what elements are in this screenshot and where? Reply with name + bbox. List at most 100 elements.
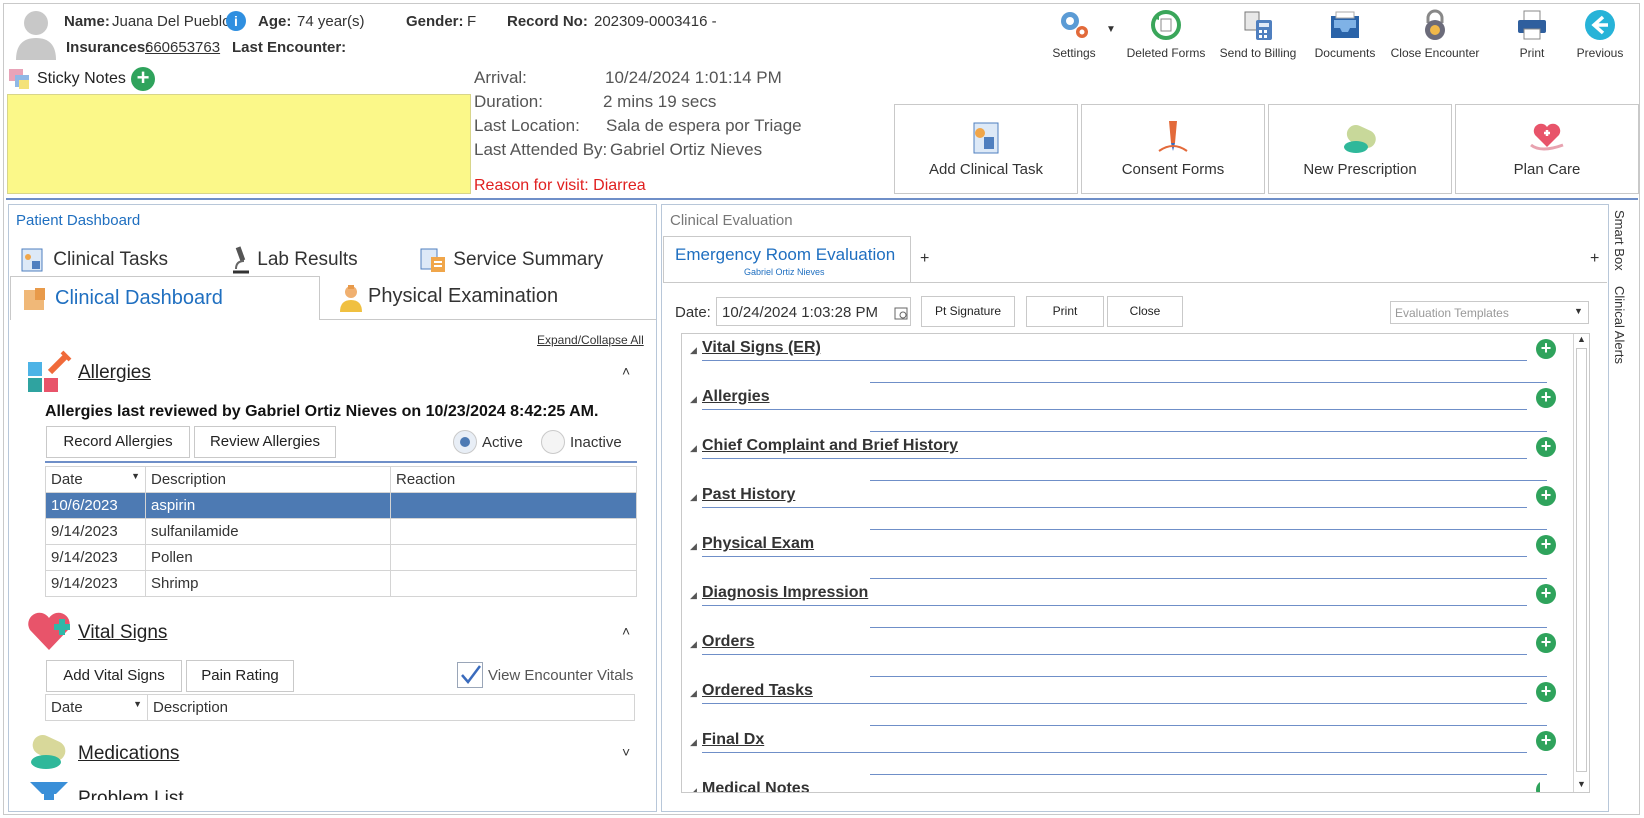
tab-service-summary[interactable]: Service Summary — [418, 245, 603, 275]
collapse-triangle-icon[interactable]: ◢ — [690, 590, 697, 601]
side-tab-smart-box[interactable]: Smart Box — [1612, 210, 1632, 274]
info-icon[interactable]: i — [226, 11, 246, 31]
section-title[interactable]: Final Dx — [702, 731, 764, 749]
section-past-history[interactable]: ◢ Past History + — [690, 483, 1556, 532]
problem-list-title[interactable]: Problem List — [78, 788, 184, 800]
gender-label: Gender: — [406, 13, 464, 30]
record-allergies-button[interactable]: Record Allergies — [46, 426, 190, 458]
review-allergies-button[interactable]: Review Allergies — [194, 426, 336, 458]
add-sticky-note-button[interactable]: + — [131, 67, 155, 91]
section-diagnosis-impression[interactable]: ◢ Diagnosis Impression + — [690, 581, 1556, 630]
section-title[interactable]: Physical Exam — [702, 535, 814, 553]
expand-collapse-all-link[interactable]: Expand/Collapse All — [537, 333, 644, 347]
section-title[interactable]: Medical Notes — [702, 780, 810, 792]
section-vital-signs-er[interactable]: ◢ Vital Signs (ER) + — [690, 336, 1556, 385]
add-section-entry-button[interactable]: + — [1536, 437, 1556, 457]
section-orders[interactable]: ◢ Orders + — [690, 630, 1556, 679]
table-row[interactable]: 9/14/2023 Shrimp — [45, 570, 637, 597]
section-allergies[interactable]: ◢ Allergies + — [690, 385, 1556, 434]
pain-rating-button[interactable]: Pain Rating — [186, 660, 294, 692]
section-title[interactable]: Diagnosis Impression — [702, 584, 868, 602]
date-field[interactable]: 10/24/2024 1:03:28 PM — [716, 297, 911, 326]
tab-clinical-tasks[interactable]: Clinical Tasks — [18, 245, 168, 275]
add-section-entry-button[interactable]: + — [1536, 339, 1556, 359]
chevron-up-icon[interactable]: ˄ — [622, 363, 630, 379]
add-clinical-task-button[interactable]: Add Clinical Task — [894, 104, 1078, 194]
add-section-entry-button[interactable]: + — [1536, 388, 1556, 408]
section-title[interactable]: Chief Complaint and Brief History — [702, 437, 958, 455]
collapse-triangle-icon[interactable]: ◢ — [690, 492, 697, 503]
add-tab-right-button[interactable]: + — [1590, 250, 1599, 268]
evaluation-templates-select[interactable]: Evaluation Templates ▼ — [1390, 301, 1589, 324]
collapse-triangle-icon[interactable]: ◢ — [690, 443, 697, 454]
column-header-description[interactable]: Description — [147, 694, 635, 721]
collapse-triangle-icon[interactable]: ◢ — [690, 688, 697, 699]
add-section-entry-button[interactable]: + — [1536, 486, 1556, 506]
deleted-forms-button[interactable]: Deleted Forms — [1120, 8, 1212, 60]
scroll-up-icon[interactable]: ▲ — [1577, 334, 1586, 344]
add-section-entry-button[interactable]: + — [1536, 535, 1556, 555]
section-title[interactable]: Orders — [702, 633, 754, 651]
eval-scrollbar[interactable]: ▲ ▼ — [1573, 334, 1589, 792]
scroll-thumb[interactable] — [1576, 348, 1587, 772]
section-physical-exam[interactable]: ◢ Physical Exam + — [690, 532, 1556, 581]
sticky-note-area[interactable] — [7, 94, 471, 194]
close-encounter-button[interactable]: Close Encounter — [1389, 8, 1481, 60]
add-section-entry-button[interactable]: + — [1536, 682, 1556, 702]
column-header-date[interactable]: Date ▼ — [45, 466, 146, 493]
allergies-title[interactable]: Allergies — [78, 362, 151, 384]
new-prescription-button[interactable]: New Prescription — [1268, 104, 1452, 194]
consent-forms-button[interactable]: Consent Forms — [1081, 104, 1265, 194]
eval-print-button[interactable]: Print — [1026, 296, 1104, 327]
section-title[interactable]: Ordered Tasks — [702, 682, 813, 700]
scroll-down-icon[interactable]: ▼ — [1577, 779, 1586, 789]
active-radio[interactable] — [453, 430, 477, 454]
collapse-triangle-icon[interactable]: ◢ — [690, 541, 697, 552]
collapse-triangle-icon[interactable]: ◢ — [690, 737, 697, 748]
inactive-radio[interactable] — [541, 430, 565, 454]
add-section-entry-button[interactable]: + — [1536, 584, 1556, 604]
add-section-entry-button[interactable]: + — [1536, 780, 1540, 792]
medications-title[interactable]: Medications — [78, 743, 179, 765]
view-encounter-vitals-checkbox[interactable] — [457, 662, 483, 688]
vital-signs-title[interactable]: Vital Signs — [78, 622, 167, 644]
section-chief-complaint[interactable]: ◢ Chief Complaint and Brief History + — [690, 434, 1556, 483]
chevron-down-icon[interactable]: ˅ — [622, 744, 630, 760]
tab-lab-results[interactable]: Lab Results — [230, 245, 358, 275]
chevron-up-icon[interactable]: ˄ — [622, 623, 630, 639]
section-final-dx[interactable]: ◢ Final Dx + — [690, 728, 1556, 777]
chevron-down-icon[interactable]: ▼ — [1106, 24, 1116, 35]
table-row[interactable]: 9/14/2023 Pollen — [45, 544, 637, 571]
column-header-reaction[interactable]: Reaction — [390, 466, 637, 493]
plan-care-button[interactable]: Plan Care — [1455, 104, 1639, 194]
section-medical-notes[interactable]: ◢ Medical Notes + — [690, 777, 1540, 792]
previous-button[interactable]: Previous — [1562, 8, 1638, 60]
add-tab-button[interactable]: + — [920, 250, 929, 268]
pt-signature-button[interactable]: Pt Signature — [921, 296, 1015, 327]
side-tab-clinical-alerts[interactable]: Clinical Alerts — [1612, 286, 1632, 370]
section-title[interactable]: Past History — [702, 486, 795, 504]
arrival-label: Arrival: — [474, 68, 527, 87]
column-header-description[interactable]: Description — [145, 466, 391, 493]
add-section-entry-button[interactable]: + — [1536, 731, 1556, 751]
add-vital-signs-button[interactable]: Add Vital Signs — [46, 660, 182, 692]
table-row[interactable]: 10/6/2023 aspirin — [45, 492, 637, 519]
column-header-date[interactable]: Date ▼ — [45, 694, 148, 721]
collapse-triangle-icon[interactable]: ◢ — [690, 345, 697, 356]
section-ordered-tasks[interactable]: ◢ Ordered Tasks + — [690, 679, 1556, 728]
tab-emergency-room-evaluation[interactable]: Emergency Room Evaluation Gabriel Ortiz … — [663, 236, 911, 282]
tab-clinical-dashboard[interactable]: Clinical Dashboard — [10, 276, 320, 320]
collapse-triangle-icon[interactable]: ◢ — [690, 394, 697, 405]
documents-button[interactable]: Documents — [1299, 8, 1391, 60]
section-title[interactable]: Allergies — [702, 388, 770, 406]
eval-close-button[interactable]: Close — [1107, 296, 1183, 327]
calendar-icon[interactable] — [894, 306, 908, 320]
send-to-billing-button[interactable]: Send to Billing — [1212, 8, 1304, 60]
collapse-triangle-icon[interactable]: ◢ — [690, 639, 697, 650]
table-row[interactable]: 9/14/2023 sulfanilamide — [45, 518, 637, 545]
tab-physical-examination[interactable]: Physical Examination — [320, 276, 656, 320]
section-title[interactable]: Vital Signs (ER) — [702, 339, 821, 357]
collapse-triangle-icon[interactable]: ◢ — [690, 786, 697, 792]
add-section-entry-button[interactable]: + — [1536, 633, 1556, 653]
insurance-link[interactable]: 660653763 — [145, 39, 220, 56]
